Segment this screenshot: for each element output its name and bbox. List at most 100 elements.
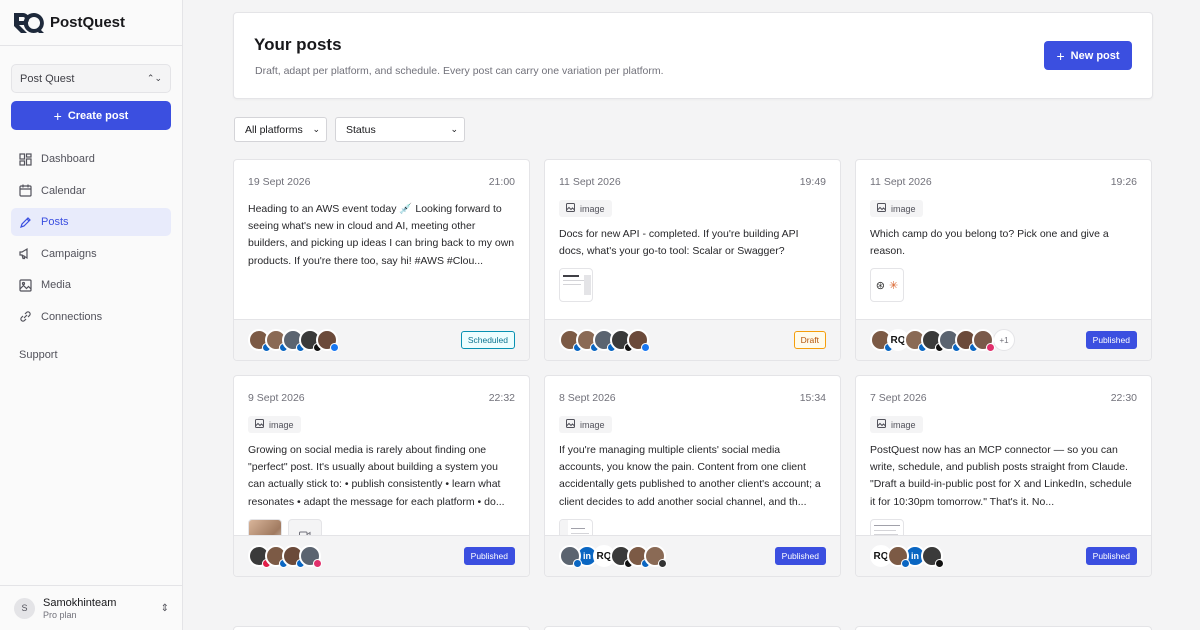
media-tag-label: image bbox=[580, 419, 605, 430]
post-footer: RQ +1 Published bbox=[856, 319, 1151, 360]
post-card-partial[interactable] bbox=[233, 626, 530, 630]
post-text: Growing on social media is rarely about … bbox=[248, 444, 505, 508]
image-icon bbox=[877, 203, 886, 214]
link-icon bbox=[19, 310, 32, 323]
page-header: Your posts Draft, adapt per platform, an… bbox=[233, 12, 1153, 99]
media-tag-label: image bbox=[891, 203, 916, 214]
post-body: image Which camp do you belong to? Pick … bbox=[870, 199, 1137, 303]
plus-icon: + bbox=[1056, 47, 1065, 64]
platform-filter-value: All platforms bbox=[245, 123, 303, 136]
media-thumbnails bbox=[559, 268, 826, 303]
media-tag: image bbox=[559, 416, 612, 433]
image-icon bbox=[566, 419, 575, 430]
openai-logo-icon: ⊛ bbox=[875, 279, 885, 292]
channel-avatars bbox=[559, 329, 650, 352]
channel-avatars: in RQ bbox=[559, 545, 667, 568]
post-time: 19:49 bbox=[799, 176, 826, 188]
image-icon bbox=[877, 419, 886, 430]
post-card-partial[interactable] bbox=[544, 626, 841, 630]
post-card[interactable]: 11 Sept 2026 19:26 image Which camp do y… bbox=[855, 159, 1152, 361]
status-badge: Draft bbox=[793, 331, 826, 349]
post-date: 8 Sept 2026 bbox=[559, 392, 616, 404]
channel-avatars bbox=[248, 329, 339, 352]
workspace-select[interactable]: Post Quest ⌃⌄ bbox=[11, 64, 171, 93]
new-post-label: New post bbox=[1070, 49, 1120, 62]
post-card[interactable]: 7 Sept 2026 22:30 image PostQuest now ha… bbox=[855, 375, 1152, 577]
sidebar-item-dashboard[interactable]: Dashboard bbox=[11, 145, 171, 173]
brand[interactable]: PostQuest bbox=[0, 0, 182, 46]
post-card[interactable]: 9 Sept 2026 22:32 image Growing on socia… bbox=[233, 375, 530, 577]
sidebar-item-campaigns[interactable]: Campaigns bbox=[11, 240, 171, 268]
post-footer: Published bbox=[234, 535, 529, 576]
post-time: 19:26 bbox=[1110, 176, 1137, 188]
platform-filter-select[interactable]: All platforms ⌄ bbox=[234, 117, 327, 142]
support-link[interactable]: Support bbox=[19, 349, 58, 361]
more-channels-count[interactable]: +1 bbox=[993, 329, 1015, 351]
sidebar-nav: Dashboard Calendar Posts Campaigns Media… bbox=[11, 145, 171, 334]
sidebar-item-calendar[interactable]: Calendar bbox=[11, 177, 171, 205]
media-tag: image bbox=[248, 416, 301, 433]
media-tag-label: image bbox=[269, 419, 294, 430]
post-date: 11 Sept 2026 bbox=[559, 176, 621, 188]
media-tag-label: image bbox=[891, 419, 916, 430]
post-card[interactable]: 11 Sept 2026 19:49 image Docs for new AP… bbox=[544, 159, 841, 361]
media-thumbnail[interactable]: ⊛ ✳ bbox=[870, 268, 904, 303]
create-post-label: Create post bbox=[67, 109, 129, 122]
avatar bbox=[921, 545, 944, 568]
avatar bbox=[972, 329, 995, 352]
post-time: 22:32 bbox=[488, 392, 515, 404]
channel-avatars: RQ in bbox=[870, 545, 944, 568]
post-time: 22:30 bbox=[1110, 392, 1137, 404]
post-text: PostQuest now has an MCP connector — so … bbox=[870, 444, 1132, 508]
media-tag-label: image bbox=[580, 203, 605, 214]
posts-grid: 19 Sept 2026 21:00 Heading to an AWS eve… bbox=[233, 159, 1152, 577]
chevron-down-icon: ⌄ bbox=[312, 124, 320, 134]
channel-avatars bbox=[248, 545, 322, 568]
media-tag: image bbox=[559, 200, 612, 217]
create-post-button[interactable]: + Create post bbox=[11, 101, 171, 130]
user-name: Samokhinteam bbox=[43, 596, 117, 609]
sidebar: PostQuest Post Quest ⌃⌄ + Create post Da… bbox=[0, 0, 183, 630]
avatar bbox=[299, 545, 322, 568]
media-tag: image bbox=[870, 416, 923, 433]
sidebar-item-label: Calendar bbox=[41, 184, 86, 197]
media-thumbnails: ⊛ ✳ bbox=[870, 268, 1137, 303]
megaphone-icon bbox=[19, 247, 32, 260]
page-subtitle: Draft, adapt per platform, and schedule.… bbox=[255, 65, 664, 77]
new-post-button[interactable]: + New post bbox=[1044, 41, 1132, 70]
pen-icon bbox=[19, 216, 32, 229]
post-footer: Scheduled bbox=[234, 319, 529, 360]
image-icon bbox=[255, 419, 264, 430]
post-body: image If you're managing multiple client… bbox=[559, 415, 826, 553]
status-badge: Published bbox=[1085, 331, 1137, 349]
post-body: Heading to an AWS event today 💉 Looking … bbox=[248, 199, 515, 270]
next-row-cards bbox=[233, 626, 1152, 630]
post-card-partial[interactable] bbox=[855, 626, 1152, 630]
avatar bbox=[316, 329, 339, 352]
user-info: Samokhinteam Pro plan bbox=[43, 597, 161, 620]
media-thumbnail[interactable] bbox=[559, 268, 593, 303]
status-badge: Scheduled bbox=[460, 331, 515, 349]
postquest-logo-icon bbox=[12, 10, 46, 36]
user-menu[interactable]: S Samokhinteam Pro plan ⇕ bbox=[0, 585, 183, 630]
sidebar-item-connections[interactable]: Connections bbox=[11, 303, 171, 331]
post-text: Docs for new API - completed. If you're … bbox=[559, 228, 799, 258]
avatar: S bbox=[14, 597, 35, 619]
post-card[interactable]: 8 Sept 2026 15:34 image If you're managi… bbox=[544, 375, 841, 577]
sidebar-item-media[interactable]: Media bbox=[11, 271, 171, 299]
chevron-updown-icon: ⇕ bbox=[160, 602, 169, 614]
filters: All platforms ⌄ Status ⌄ bbox=[234, 117, 465, 142]
sidebar-item-posts[interactable]: Posts bbox=[11, 208, 171, 236]
status-filter-select[interactable]: Status ⌄ bbox=[335, 117, 465, 142]
chevron-updown-icon: ⌃⌄ bbox=[146, 73, 162, 83]
status-badge: Published bbox=[774, 547, 826, 565]
sidebar-item-label: Dashboard bbox=[41, 153, 95, 165]
post-time: 21:00 bbox=[488, 176, 515, 188]
status-badge: Published bbox=[1085, 547, 1137, 565]
post-text: If you're managing multiple clients' soc… bbox=[559, 444, 821, 508]
chevron-down-icon: ⌄ bbox=[450, 124, 458, 134]
post-footer: RQ in Published bbox=[856, 535, 1151, 576]
post-card[interactable]: 19 Sept 2026 21:00 Heading to an AWS eve… bbox=[233, 159, 530, 361]
post-text: Heading to an AWS event today 💉 Looking … bbox=[248, 203, 515, 267]
post-body: image Growing on social media is rarely … bbox=[248, 415, 515, 553]
